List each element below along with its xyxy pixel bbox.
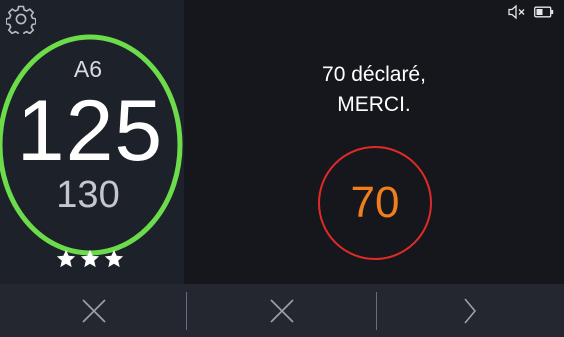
bottom-toolbar: [0, 284, 564, 337]
current-speed: 125: [16, 83, 164, 179]
close-icon: [270, 298, 294, 323]
gear-icon[interactable]: [5, 4, 37, 37]
message-line-1: 70 déclaré,: [322, 63, 426, 86]
road-name: A6: [73, 56, 103, 82]
dismiss-left-button[interactable]: [0, 284, 188, 337]
declared-speed-value: 70: [350, 178, 400, 227]
star-icon: [56, 249, 76, 268]
speed-limit: 130: [56, 174, 120, 216]
message-line-2: MERCI.: [337, 93, 411, 116]
confirmation-message: 70 déclaré, MERCI.: [184, 60, 564, 120]
close-icon: [82, 298, 106, 323]
star-icon: [104, 249, 124, 268]
dismiss-middle-button[interactable]: [188, 284, 376, 337]
rating-stars: [40, 248, 140, 274]
star-icon: [80, 249, 100, 268]
toolbar-divider: [376, 292, 377, 330]
status-bar: [508, 4, 554, 20]
chevron-right-icon: [464, 297, 477, 324]
toolbar-divider: [186, 292, 187, 330]
next-button[interactable]: [376, 284, 564, 337]
battery-icon: [534, 6, 554, 18]
speaker-muted-icon: [508, 4, 525, 20]
declared-speed-sign: 70: [318, 146, 432, 260]
